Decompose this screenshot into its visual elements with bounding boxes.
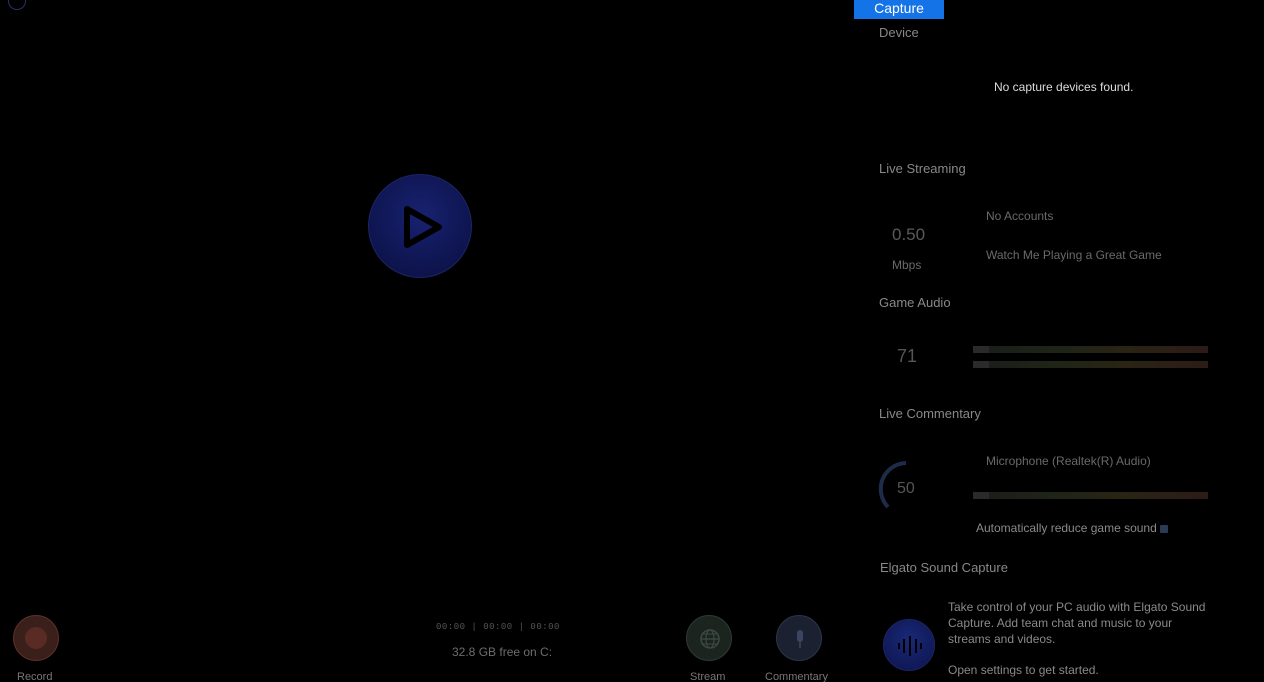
globe-icon [700,629,720,649]
settings-icon[interactable] [8,0,26,10]
disk-free-space: 32.8 GB free on C: [452,645,553,659]
microphone-icon [797,630,803,648]
device-section-title: Device [879,25,919,40]
bitrate-unit: Mbps [892,258,922,272]
stream-button[interactable] [686,615,732,661]
commentary-button[interactable] [776,615,822,661]
play-button[interactable] [368,174,472,278]
record-button[interactable] [13,615,59,661]
stream-title-field[interactable]: Watch Me Playing a Great Game [986,248,1162,262]
game-audio-title: Game Audio [879,295,951,310]
bitrate-value[interactable]: 0.50 [892,225,925,245]
play-icon [404,206,442,248]
sound-capture-description: Take control of your PC audio with Elgat… [948,600,1206,646]
microphone-selector[interactable]: Microphone (Realtek(R) Audio) [986,454,1151,468]
capture-panel: Capture Device No capture devices found.… [852,0,1264,682]
commentary-volume: 50 [897,480,915,497]
live-commentary-title: Live Commentary [879,406,981,421]
auto-reduce-checkbox[interactable] [1160,525,1168,533]
stream-label: Stream [690,671,726,682]
timecode: 00:00 | 00:00 | 00:00 [436,622,560,632]
commentary-meter [973,492,1208,499]
preview-area: 00:00 | 00:00 | 00:00 32.8 GB free on C:… [0,0,852,682]
commentary-label: Commentary [765,671,828,682]
sound-capture-title: Elgato Sound Capture [880,560,1008,575]
accounts-selector[interactable]: No Accounts [986,209,1053,223]
game-audio-volume[interactable]: 71 [897,346,917,367]
open-settings-link[interactable]: Open settings to get started. [948,663,1099,677]
game-audio-meter-left [973,346,1208,353]
sound-capture-icon [883,619,935,671]
tab-capture[interactable]: Capture [854,0,944,19]
live-streaming-title: Live Streaming [879,161,966,176]
no-devices-message: No capture devices found. [994,80,1134,94]
record-label: Record [17,671,53,682]
record-icon [25,627,47,649]
waveform-icon [898,636,922,656]
auto-reduce-label: Automatically reduce game sound [976,521,1157,535]
game-audio-meter-right [973,361,1208,368]
